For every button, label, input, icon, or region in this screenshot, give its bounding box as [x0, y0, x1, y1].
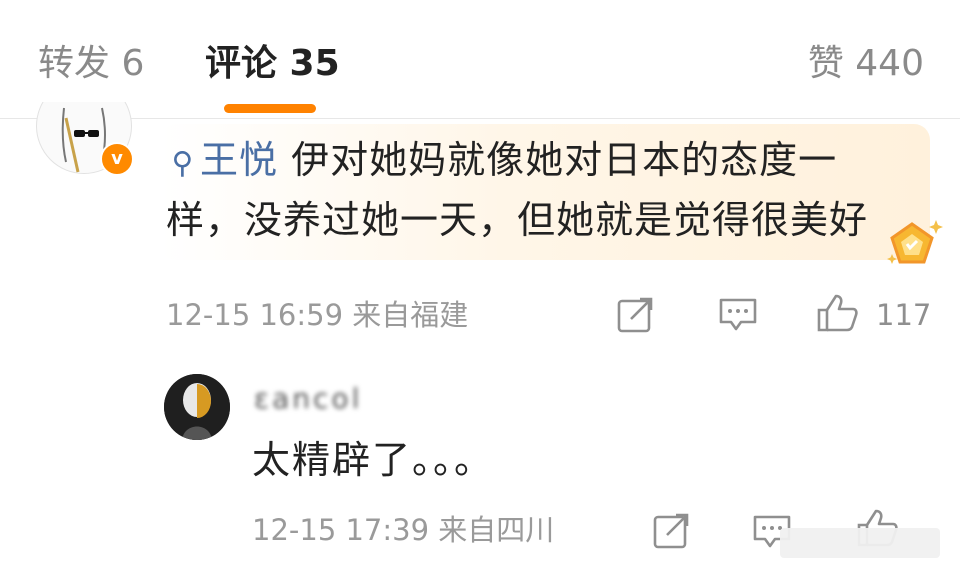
verified-badge: v [100, 142, 134, 176]
reply-location: 来自四川 [438, 513, 555, 547]
tab-reposts[interactable]: 转发 6 [38, 40, 144, 88]
tabs-divider [0, 118, 960, 119]
reply-meta: 12-15 17:39 来自四川 [252, 512, 554, 548]
comment-text: ⚲ 王悦 伊对她妈就像她对日本的态度一样，没养过她一天，但她就是觉得很美好 [166, 132, 906, 248]
comment-meta: 12-15 16:59 来自福建 [166, 297, 468, 333]
comment-icon[interactable] [718, 297, 758, 333]
like-count: 117 [876, 298, 932, 332]
search-icon: ⚲ [171, 146, 195, 181]
medal-icon [887, 220, 943, 264]
avatar[interactable] [164, 374, 230, 440]
reply-username[interactable]: ɛancol [254, 384, 362, 414]
comment-tabs: 转发 6 评论 35 赞 440 [0, 0, 960, 120]
tab-comments[interactable]: 评论 35 [205, 40, 340, 88]
reply-text: 太精辟了。。。 [252, 438, 495, 482]
mention-link[interactable]: ⚲ 王悦 [166, 138, 278, 182]
tab-likes[interactable]: 赞 440 [808, 40, 924, 88]
comment-location: 来自福建 [352, 298, 469, 332]
repost-icon[interactable] [616, 296, 656, 334]
comment-time: 12-15 16:59 [166, 298, 344, 332]
like-icon[interactable] [816, 293, 860, 333]
watermark-overlay [780, 528, 940, 558]
active-tab-indicator [224, 104, 316, 113]
repost-icon[interactable] [652, 512, 692, 550]
reply-time: 12-15 17:39 [252, 513, 430, 547]
